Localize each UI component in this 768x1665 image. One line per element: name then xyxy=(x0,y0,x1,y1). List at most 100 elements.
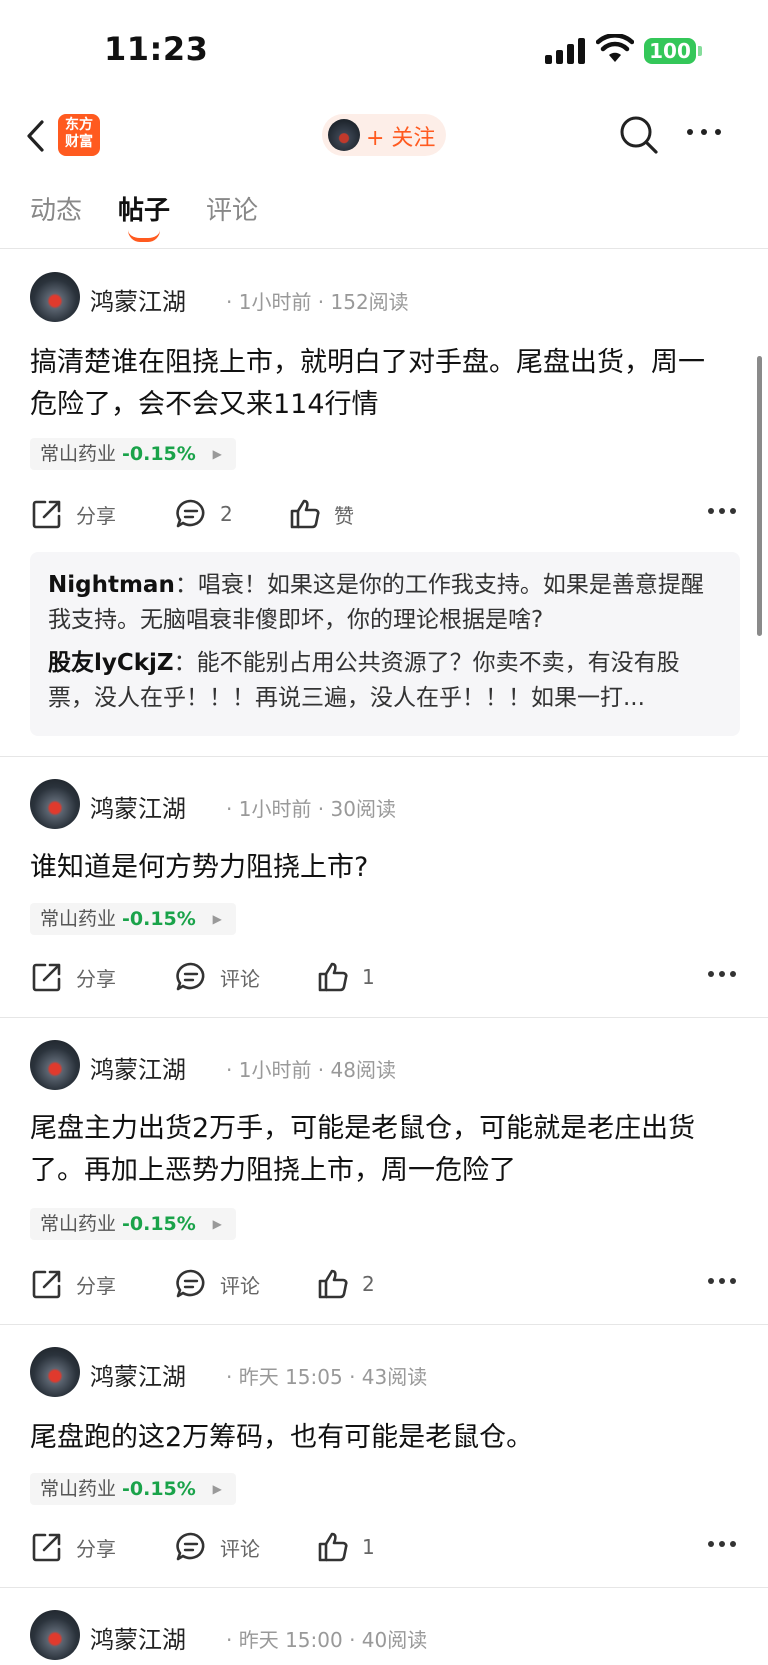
post-meta: · 昨天 15:00 · 40阅读 xyxy=(226,1628,428,1652)
wifi-icon xyxy=(596,34,634,62)
tab-comments[interactable]: 评论 xyxy=(206,190,258,227)
search-icon[interactable] xyxy=(618,114,660,156)
post-actions: 分享 评论 1 xyxy=(30,957,750,997)
like-label: 赞 xyxy=(334,503,354,528)
stock-tag[interactable]: 常山药业 -0.15% ▶ xyxy=(30,1473,236,1505)
comment-button[interactable]: 评论 xyxy=(174,957,260,997)
like-button[interactable]: 1 xyxy=(316,1527,375,1567)
tab-dynamics[interactable]: 动态 xyxy=(30,190,82,227)
chevron-right-icon: ▶ xyxy=(212,1482,222,1496)
logo-text-line1: 东方 xyxy=(65,117,93,133)
comment-icon xyxy=(176,1269,205,1298)
comment-label: 评论 xyxy=(220,966,260,991)
share-icon xyxy=(32,1270,61,1299)
avatar[interactable] xyxy=(30,272,80,322)
stock-name: 常山药业 xyxy=(40,1213,117,1235)
commenter-name[interactable]: 股友lyCkjZ xyxy=(48,650,174,676)
more-dots-icon[interactable] xyxy=(706,1276,738,1286)
comment-button[interactable]: 评论 xyxy=(174,1527,260,1567)
thumbs-up-icon xyxy=(318,1269,348,1299)
more-options-icon[interactable] xyxy=(684,122,724,142)
more-dots-icon[interactable] xyxy=(706,506,738,516)
comment-count: 2 xyxy=(220,502,233,526)
post-card[interactable]: 鸿蒙江湖 · 昨天 15:00 · 40阅读 xyxy=(0,1588,768,1665)
share-icon xyxy=(32,963,61,992)
stock-tag[interactable]: 常山药业 -0.15% ▶ xyxy=(30,438,236,470)
post-card[interactable]: 鸿蒙江湖 · 1小时前 · 30阅读 谁知道是何方势力阻挠上市? 常山药业 -0.… xyxy=(0,757,768,1018)
share-button[interactable]: 分享 xyxy=(30,1264,116,1304)
post-header: 鸿蒙江湖 · 昨天 15:00 · 40阅读 xyxy=(30,1610,730,1662)
follow-avatar xyxy=(328,119,360,151)
post-actions: 分享 评论 2 xyxy=(30,1264,750,1304)
comment-button[interactable]: 2 xyxy=(174,494,233,534)
more-dots-icon[interactable] xyxy=(706,1539,738,1549)
share-button[interactable]: 分享 xyxy=(30,957,116,997)
commenter-name[interactable]: Nightman xyxy=(48,572,175,598)
like-button[interactable]: 2 xyxy=(316,1264,375,1304)
avatar[interactable] xyxy=(30,1610,80,1660)
author-name[interactable]: 鸿蒙江湖 xyxy=(90,1620,186,1655)
post-actions: 分享 2 赞 xyxy=(30,494,750,534)
post-actions: 分享 评论 1 xyxy=(30,1527,750,1567)
tab-bar: 动态 帖子 评论 xyxy=(0,172,768,249)
post-card[interactable]: 鸿蒙江湖 · 1小时前 · 48阅读 尾盘主力出货2万手，可能是老鼠仓，可能就是… xyxy=(0,1018,768,1325)
post-meta: · 1小时前 · 30阅读 xyxy=(226,797,396,821)
post-meta: · 1小时前 · 48阅读 xyxy=(226,1058,396,1082)
stock-name: 常山药业 xyxy=(40,908,117,930)
share-button[interactable]: 分享 xyxy=(30,494,116,534)
chevron-right-icon: ▶ xyxy=(212,447,222,461)
post-card[interactable]: 鸿蒙江湖 · 昨天 15:05 · 43阅读 尾盘跑的这2万筹码，也有可能是老鼠… xyxy=(0,1325,768,1588)
thumbs-up-icon xyxy=(318,1532,348,1562)
share-label: 分享 xyxy=(76,1536,116,1561)
post-card[interactable]: 鸿蒙江湖 · 1小时前 · 152阅读 搞清楚谁在阻挠上市，就明白了对手盘。尾盘… xyxy=(0,250,768,757)
author-name[interactable]: 鸿蒙江湖 xyxy=(90,789,186,824)
like-button[interactable]: 赞 xyxy=(288,494,354,534)
chevron-right-icon: ▶ xyxy=(212,912,222,926)
comment-preview-line[interactable]: Nightman：唱衰！如果这是你的工作我支持。如果是善意提醒我支持。无脑唱衰非… xyxy=(48,568,722,638)
chevron-right-icon: ▶ xyxy=(212,1217,222,1231)
top-nav: 东方 财富 + 关注 xyxy=(0,100,768,172)
avatar[interactable] xyxy=(30,779,80,829)
post-meta: · 1小时前 · 152阅读 xyxy=(226,290,409,314)
like-count: 1 xyxy=(362,1535,375,1559)
post-body[interactable]: 尾盘跑的这2万筹码，也有可能是老鼠仓。 xyxy=(30,1417,730,1459)
battery-tip xyxy=(698,46,702,56)
more-dots-icon[interactable] xyxy=(706,969,738,979)
comment-preview-line[interactable]: 股友lyCkjZ：能不能别占用公共资源了？你卖不卖，有没有股票，没人在乎！！！再… xyxy=(48,646,722,716)
author-name[interactable]: 鸿蒙江湖 xyxy=(90,1357,186,1392)
status-time: 11:23 xyxy=(104,30,209,68)
post-body[interactable]: 搞清楚谁在阻挠上市，就明白了对手盘。尾盘出货，周一危险了，会不会又来114行情 xyxy=(30,342,730,426)
comment-label: 评论 xyxy=(220,1273,260,1298)
like-count: 1 xyxy=(362,965,375,989)
cellular-signal-icon xyxy=(545,38,585,64)
follow-label: + 关注 xyxy=(366,126,436,151)
share-button[interactable]: 分享 xyxy=(30,1527,116,1567)
avatar[interactable] xyxy=(30,1040,80,1090)
author-name[interactable]: 鸿蒙江湖 xyxy=(90,1050,186,1085)
status-bar: 11:23 100 xyxy=(0,0,768,100)
back-arrow-icon[interactable] xyxy=(22,118,52,154)
like-button[interactable]: 1 xyxy=(316,957,375,997)
avatar[interactable] xyxy=(30,1347,80,1397)
share-icon xyxy=(32,500,61,529)
stock-name: 常山药业 xyxy=(40,1478,117,1500)
stock-tag[interactable]: 常山药业 -0.15% ▶ xyxy=(30,1208,236,1240)
post-body[interactable]: 谁知道是何方势力阻挠上市? xyxy=(30,847,730,889)
post-header: 鸿蒙江湖 · 1小时前 · 48阅读 xyxy=(30,1040,730,1092)
stock-tag[interactable]: 常山药业 -0.15% ▶ xyxy=(30,903,236,935)
comment-label: 评论 xyxy=(220,1536,260,1561)
battery-indicator: 100 xyxy=(644,38,696,64)
post-meta: · 昨天 15:05 · 43阅读 xyxy=(226,1365,428,1389)
post-header: 鸿蒙江湖 · 1小时前 · 152阅读 xyxy=(30,272,730,324)
comments-preview[interactable]: Nightman：唱衰！如果这是你的工作我支持。如果是善意提醒我支持。无脑唱衰非… xyxy=(30,552,740,736)
stock-change: -0.15% xyxy=(122,443,196,465)
post-body[interactable]: 尾盘主力出货2万手，可能是老鼠仓，可能就是老庄出货了。再加上恶势力阻挠上市，周一… xyxy=(30,1108,730,1192)
follow-button[interactable]: + 关注 xyxy=(322,114,446,156)
author-name[interactable]: 鸿蒙江湖 xyxy=(90,282,186,317)
share-icon xyxy=(32,1533,61,1562)
share-label: 分享 xyxy=(76,1273,116,1298)
tab-posts[interactable]: 帖子 xyxy=(118,190,170,227)
comment-button[interactable]: 评论 xyxy=(174,1264,260,1304)
eastmoney-logo[interactable]: 东方 财富 xyxy=(58,114,100,156)
comment-icon xyxy=(176,1532,205,1561)
